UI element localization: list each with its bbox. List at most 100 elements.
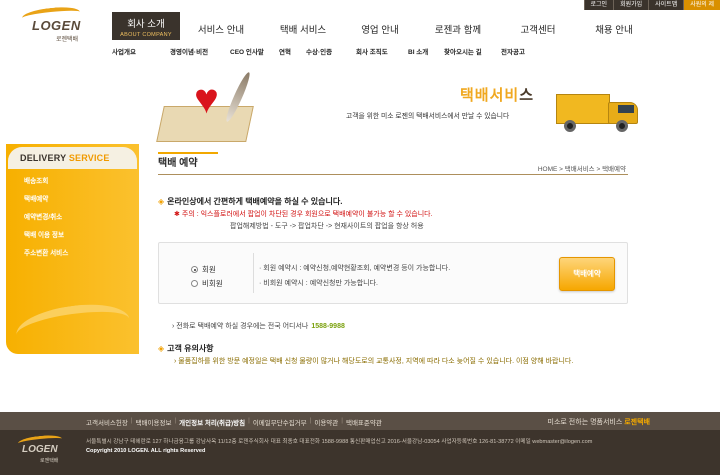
subnav-ceo[interactable]: CEO 인사말 bbox=[230, 46, 279, 56]
nav-customer-center[interactable]: 고객센터 bbox=[500, 12, 576, 40]
bullet-icon: ◈ bbox=[158, 197, 165, 206]
nav-delivery-service-label: 택배 서비스 bbox=[279, 25, 327, 36]
customer-notice-body: › 물품집하를 위한 방문 예정일은 택배 신청 물량이 많거나 해당도로의 교… bbox=[174, 358, 574, 365]
sidebar-title-b: SERVICE bbox=[68, 153, 110, 163]
page-title: 택배 예약 bbox=[158, 158, 198, 169]
radio-guest[interactable]: 비회원 bbox=[191, 278, 223, 289]
title-divider bbox=[158, 174, 628, 175]
footer-slogan-a: 미소로 전하는 명품서비스 bbox=[547, 419, 625, 426]
radio-member-label: 회원 bbox=[202, 265, 216, 274]
footer-address: 서울특별시 강남구 테헤란로 127 하나금융그룹 강남사옥 11/12층 로젠… bbox=[86, 439, 593, 445]
radio-member[interactable]: 회원 bbox=[191, 264, 216, 275]
nav-delivery-service[interactable]: 택배 서비스 bbox=[262, 12, 344, 40]
customer-notice-body-text: 물품집하를 위한 방문 예정일은 택배 신청 물량이 많거나 해당도로의 교통사… bbox=[178, 358, 574, 365]
popup-warning-text: 주의 : 익스플로러에서 팝업이 차단된 경우 회원으로 택배예약이 불가능 할… bbox=[181, 211, 433, 218]
nav-about-sub: ABOUT COMPANY bbox=[120, 32, 172, 38]
customer-notice-title: ◈ 고객 유의사항 bbox=[158, 343, 214, 354]
nav-with-logen[interactable]: 로젠과 함께 bbox=[416, 12, 500, 40]
sidebar-item-reservation[interactable]: 택배예약 bbox=[24, 193, 139, 203]
sidebar-menu: 배송조회 택배예약 예약변경/취소 택배 이용 정보 주소변환 서비스 bbox=[6, 175, 139, 257]
util-staff[interactable]: 사원의 제 bbox=[683, 0, 720, 10]
nav-service-guide-label: 서비스 안내 bbox=[197, 25, 245, 36]
reservation-intro: ◈ 온라인상에서 간편하게 택배예약을 하실 수 있습니다. bbox=[158, 196, 342, 207]
main-nav: 회사 소개 ABOUT COMPANY 서비스 안내 택배 서비스 영업 안내 … bbox=[112, 12, 652, 40]
nav-recruit-label: 채용 안내 bbox=[595, 25, 633, 36]
reserve-button[interactable]: 택배예약 bbox=[559, 257, 615, 291]
footer-link-usage[interactable]: 택배이용정보 bbox=[136, 417, 172, 427]
site-header: LOGEN 로젠택배 로그인 회원가입 사이트맵 사원의 제 회사 소개 ABO… bbox=[0, 0, 720, 68]
banner-description: 고객을 위한 미소 로젠의 택배서비스에서 만날 수 있습니다 bbox=[346, 113, 510, 120]
site-footer: 고객서비스헌장 | 택배이용정보 | 개인정보 처리(취급)방침 | 이메일무단수집거… bbox=[0, 412, 720, 475]
guest-info-text: 비회원 예약시 : 예약신청만 가능합니다. bbox=[263, 280, 378, 287]
subnav-history[interactable]: 연혁 bbox=[279, 46, 306, 56]
choice-divider bbox=[253, 253, 254, 293]
subnav-bi[interactable]: BI 소개 bbox=[408, 46, 444, 56]
sidebar: DELIVERY SERVICE 배송조회 택배예약 예약변경/취소 택배 이용… bbox=[6, 144, 139, 356]
logen-logo[interactable]: LOGEN 로젠택배 bbox=[8, 5, 98, 44]
phone-reservation: › 전화로 택배예약 하실 경우에는 전국 어디서나 1588-9988 bbox=[172, 323, 345, 330]
guest-info: · 비회원 예약시 : 예약신청만 가능합니다. bbox=[259, 280, 378, 287]
heart-gift-box-illustration: ♥ bbox=[150, 70, 270, 144]
sub-nav: 사업개요 경영이념·비전 CEO 인사말 연혁 수상·인증 회사 조직도 BI … bbox=[112, 46, 541, 56]
popup-warning: ✱ 주의 : 익스플로러에서 팝업이 차단된 경우 회원으로 택배예약이 불가능 … bbox=[174, 209, 433, 219]
footer-logo-brand: LOGEN bbox=[22, 444, 58, 455]
logo-brand: LOGEN bbox=[32, 18, 81, 33]
reservation-intro-text: 온라인상에서 간편하게 택배예약을 하실 수 있습니다. bbox=[167, 197, 343, 206]
heart-icon: ♥ bbox=[194, 75, 219, 122]
banner-title: 택배서비스 bbox=[460, 84, 534, 105]
nav-sales[interactable]: 영업 안내 bbox=[344, 12, 416, 40]
util-login[interactable]: 로그인 bbox=[583, 0, 614, 10]
sidebar-swoosh-decoration bbox=[13, 298, 133, 356]
footer-link-standard-terms[interactable]: 택배표준약관 bbox=[346, 417, 382, 427]
util-join[interactable]: 회원가입 bbox=[613, 0, 649, 10]
footer-link-privacy[interactable]: 개인정보 처리(취급)방침 bbox=[179, 417, 245, 427]
footer-links: 고객서비스헌장 | 택배이용정보 | 개인정보 처리(취급)방침 | 이메일무단수집거… bbox=[86, 417, 382, 427]
nav-recruit[interactable]: 채용 안내 bbox=[576, 12, 652, 40]
customer-notice-title-text: 고객 유의사항 bbox=[167, 344, 214, 353]
popup-help: 팝업해제방법 - 도구 -> 팝업차단 -> 현재사이트의 팝업을 항상 허용 bbox=[230, 223, 424, 230]
footer-link-email-refusal[interactable]: 이메일무단수집거부 bbox=[253, 417, 307, 427]
nav-with-logen-label: 로젠과 함께 bbox=[434, 25, 482, 36]
sidebar-title: DELIVERY SERVICE bbox=[8, 147, 137, 169]
nav-about-label: 회사 소개 bbox=[127, 19, 165, 30]
member-choice-box: 회원 비회원 · 회원 예약시 : 예약신청,예약현황조회, 예약변경 등이 가… bbox=[158, 242, 628, 304]
phone-text: 전화로 택배예약 하실 경우에는 전국 어디서나 bbox=[176, 323, 309, 330]
footer-copyright: Copyright 2010 LOGEN. ALL rights Reserve… bbox=[86, 448, 206, 454]
member-info-text: 회원 예약시 : 예약신청,예약현황조회, 예약변경 등이 가능합니다. bbox=[263, 265, 451, 272]
nav-about[interactable]: 회사 소개 ABOUT COMPANY bbox=[112, 12, 180, 40]
subnav-vision[interactable]: 경영이념·비전 bbox=[170, 46, 230, 56]
footer-logo: LOGEN 로젠택배 bbox=[10, 433, 70, 466]
sidebar-item-tracking[interactable]: 배송조회 bbox=[24, 175, 139, 185]
phone-number: 1588-9988 bbox=[311, 323, 345, 330]
sidebar-item-usage-info[interactable]: 택배 이용 정보 bbox=[24, 229, 139, 239]
sidebar-item-change-cancel[interactable]: 예약변경/취소 bbox=[24, 211, 139, 221]
util-sitemap[interactable]: 사이트맵 bbox=[648, 0, 684, 10]
breadcrumb: HOME > 택배서비스 > 택배예약 bbox=[537, 166, 626, 173]
footer-slogan: 미소로 전하는 명품서비스 로젠택배 bbox=[548, 417, 650, 427]
nav-service-guide[interactable]: 서비스 안내 bbox=[180, 12, 262, 40]
subnav-org[interactable]: 회사 조직도 bbox=[356, 46, 408, 56]
radio-guest-label: 비회원 bbox=[202, 279, 223, 288]
nav-sales-label: 영업 안내 bbox=[361, 25, 399, 36]
subnav-awards[interactable]: 수상·인증 bbox=[306, 46, 356, 56]
radio-guest-button[interactable] bbox=[191, 280, 198, 287]
utility-links: 로그인 회원가입 사이트맵 사원의 제 bbox=[583, 0, 720, 10]
sidebar-title-a: DELIVERY bbox=[20, 153, 69, 163]
subnav-overview[interactable]: 사업개요 bbox=[112, 46, 170, 56]
banner-title-end: 스 bbox=[519, 86, 535, 104]
footer-slogan-b: 로젠택배 bbox=[624, 419, 650, 426]
delivery-truck-icon bbox=[556, 88, 646, 140]
footer-logo-sub: 로젠택배 bbox=[40, 458, 59, 464]
member-info: · 회원 예약시 : 예약신청,예약현황조회, 예약변경 등이 가능합니다. bbox=[259, 265, 451, 272]
subnav-directions[interactable]: 찾아오시는 길 bbox=[444, 46, 501, 56]
subnav-notice[interactable]: 전자공고 bbox=[501, 46, 541, 56]
radio-member-button[interactable] bbox=[191, 266, 198, 273]
bullet-icon: ◈ bbox=[158, 344, 165, 353]
asterisk-icon: ✱ bbox=[174, 211, 180, 218]
nav-customer-center-label: 고객센터 bbox=[520, 25, 556, 36]
footer-link-terms[interactable]: 이용약관 bbox=[314, 417, 338, 427]
footer-link-charter[interactable]: 고객서비스헌장 bbox=[86, 417, 128, 427]
sidebar-item-address-convert[interactable]: 주소변환 서비스 bbox=[24, 247, 139, 257]
main-content: 택배 예약 HOME > 택배서비스 > 택배예약 ◈ 온라인상에서 간편하게 택… bbox=[158, 152, 628, 392]
banner-title-main: 택배서비 bbox=[460, 86, 520, 104]
